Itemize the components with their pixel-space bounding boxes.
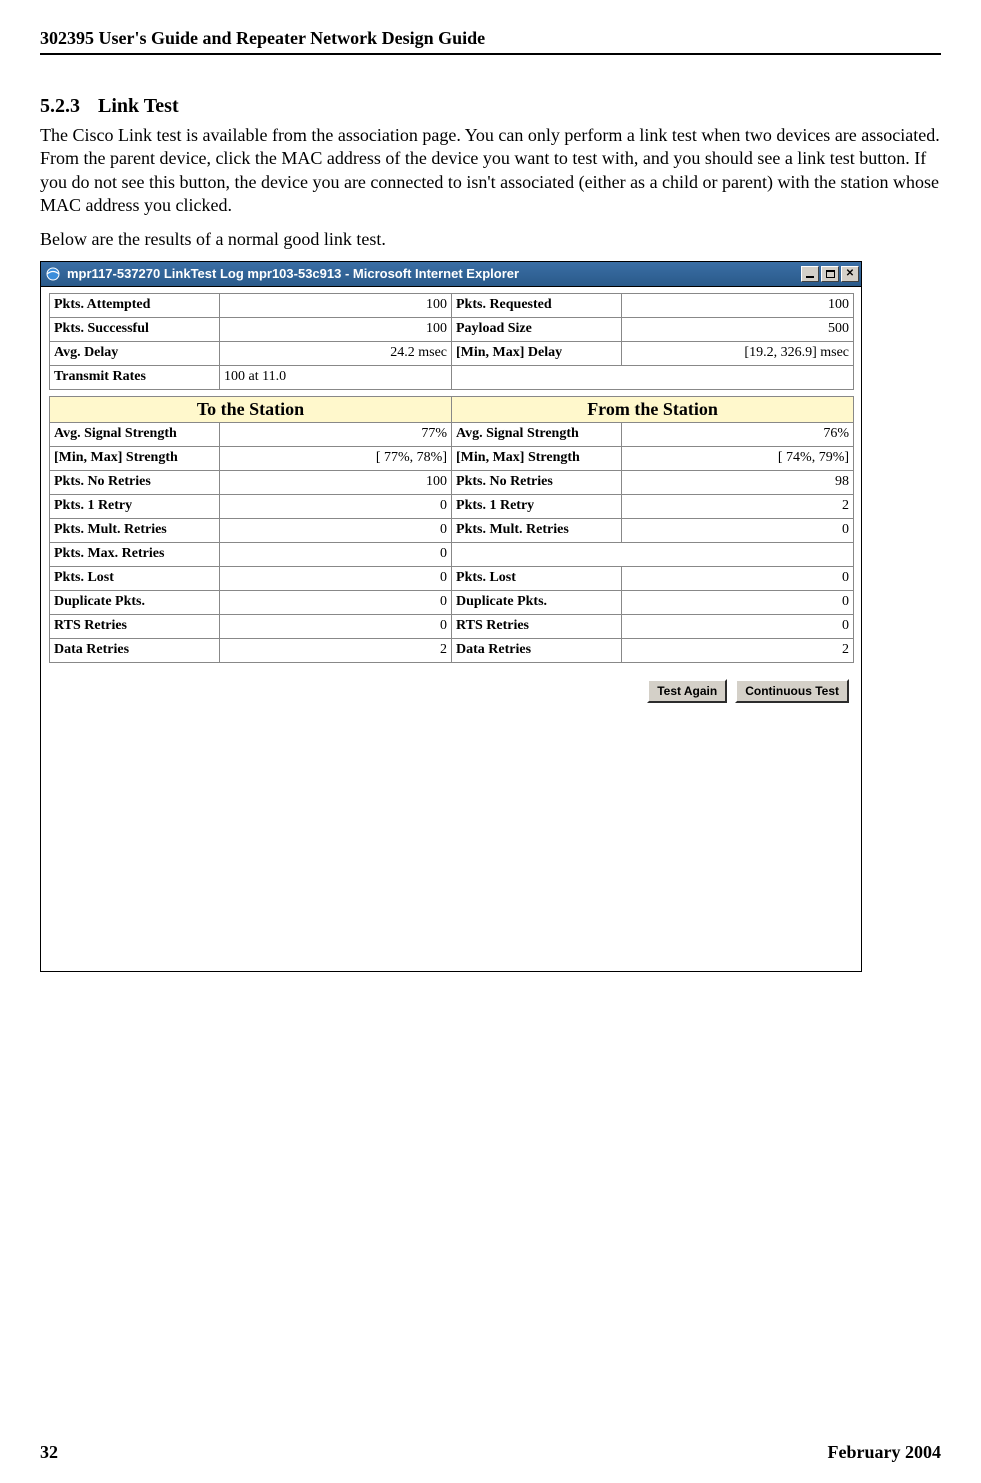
cell-value: 100 — [622, 293, 854, 317]
continuous-test-button[interactable]: Continuous Test — [735, 679, 849, 703]
cell-label: Payload Size — [452, 317, 622, 341]
page-number: 32 — [40, 1442, 58, 1463]
cell-value: [ 77%, 78%] — [220, 446, 452, 470]
cell-label: Pkts. No Retries — [452, 470, 622, 494]
table-row: Pkts. 1 Retry0Pkts. 1 Retry2 — [50, 494, 854, 518]
cell-value: 0 — [220, 566, 452, 590]
cell-label: Pkts. Mult. Retries — [452, 518, 622, 542]
cell-value: 0 — [220, 542, 452, 566]
cell-value: 98 — [622, 470, 854, 494]
cell-label: Pkts. 1 Retry — [50, 494, 220, 518]
cell-value: 100 — [220, 293, 452, 317]
close-button[interactable] — [841, 266, 859, 282]
table-row: Pkts. Attempted100Pkts. Requested100 — [50, 293, 854, 317]
station-table: To the Station From the Station Avg. Sig… — [49, 396, 854, 663]
table-row: [Min, Max] Strength[ 77%, 78%][Min, Max]… — [50, 446, 854, 470]
cell-label: Pkts. No Retries — [50, 470, 220, 494]
cell-label: Avg. Delay — [50, 341, 220, 365]
cell-label: Pkts. Max. Retries — [50, 542, 220, 566]
cell-value: 100 — [220, 470, 452, 494]
section-heading: 5.2.3 Link Test — [40, 95, 941, 118]
cell-label: Transmit Rates — [50, 365, 220, 389]
cell-value: 0 — [220, 590, 452, 614]
running-header: 302395 User's Guide and Repeater Network… — [40, 28, 941, 55]
cell-label: [Min, Max] Strength — [452, 446, 622, 470]
summary-table: Pkts. Attempted100Pkts. Requested100Pkts… — [49, 293, 854, 390]
cell-value: 2 — [220, 638, 452, 662]
cell-value: 77% — [220, 422, 452, 446]
window-controls — [799, 266, 859, 282]
body-paragraph-1: The Cisco Link test is available from th… — [40, 124, 941, 218]
cell-label: Pkts. Successful — [50, 317, 220, 341]
cell-label: Pkts. 1 Retry — [452, 494, 622, 518]
cell-value: 0 — [622, 614, 854, 638]
cell-value: 0 — [220, 494, 452, 518]
cell-label: Pkts. Attempted — [50, 293, 220, 317]
table-row: Avg. Signal Strength77%Avg. Signal Stren… — [50, 422, 854, 446]
screenshot-body: Pkts. Attempted100Pkts. Requested100Pkts… — [41, 287, 861, 971]
table-row: Avg. Delay24.2 msec[Min, Max] Delay[19.2… — [50, 341, 854, 365]
table-row: Duplicate Pkts.0Duplicate Pkts.0 — [50, 590, 854, 614]
table-row: Pkts. Lost0Pkts. Lost0 — [50, 566, 854, 590]
cell-label: Avg. Signal Strength — [452, 422, 622, 446]
cell-value: 0 — [220, 614, 452, 638]
cell-label: Duplicate Pkts. — [50, 590, 220, 614]
cell-value: 100 at 11.0 — [220, 365, 452, 389]
cell-value: 0 — [220, 518, 452, 542]
embedded-screenshot: mpr117-537270 LinkTest Log mpr103-53c913… — [40, 261, 862, 972]
to-station-header: To the Station — [50, 396, 452, 422]
cell-label: Avg. Signal Strength — [50, 422, 220, 446]
cell-value: 0 — [622, 566, 854, 590]
cell-label: Duplicate Pkts. — [452, 590, 622, 614]
test-again-button[interactable]: Test Again — [647, 679, 727, 703]
cell-value: 2 — [622, 638, 854, 662]
section-number: 5.2.3 — [40, 95, 80, 117]
cell-value: [ 74%, 79%] — [622, 446, 854, 470]
cell-label: Pkts. Lost — [50, 566, 220, 590]
cell-value: 2 — [622, 494, 854, 518]
body-paragraph-2: Below are the results of a normal good l… — [40, 228, 941, 251]
cell-value: 500 — [622, 317, 854, 341]
cell-empty — [452, 365, 854, 389]
cell-label: Data Retries — [452, 638, 622, 662]
screenshot-whitespace — [49, 703, 853, 963]
window-titlebar: mpr117-537270 LinkTest Log mpr103-53c913… — [41, 262, 861, 287]
button-row: Test Again Continuous Test — [49, 669, 853, 703]
cell-label: Pkts. Requested — [452, 293, 622, 317]
cell-label: Pkts. Mult. Retries — [50, 518, 220, 542]
minimize-button[interactable] — [801, 266, 819, 282]
table-row: Pkts. Max. Retries0 — [50, 542, 854, 566]
cell-label: Data Retries — [50, 638, 220, 662]
cell-label: [Min, Max] Strength — [50, 446, 220, 470]
cell-empty — [452, 542, 854, 566]
ie-icon — [45, 266, 61, 282]
cell-value: 24.2 msec — [220, 341, 452, 365]
section-title: Link Test — [98, 95, 179, 117]
from-station-header: From the Station — [452, 396, 854, 422]
table-row: Pkts. Mult. Retries0Pkts. Mult. Retries0 — [50, 518, 854, 542]
table-row: Pkts. Successful100Payload Size500 — [50, 317, 854, 341]
footer-date: February 2004 — [828, 1442, 941, 1463]
cell-label: Pkts. Lost — [452, 566, 622, 590]
cell-value: 76% — [622, 422, 854, 446]
cell-value: [19.2, 326.9] msec — [622, 341, 854, 365]
cell-label: RTS Retries — [50, 614, 220, 638]
page-footer: 32 February 2004 — [40, 1442, 941, 1463]
table-row: Transmit Rates100 at 11.0 — [50, 365, 854, 389]
window-title: mpr117-537270 LinkTest Log mpr103-53c913… — [67, 266, 799, 281]
document-page: 302395 User's Guide and Repeater Network… — [0, 0, 981, 1483]
table-row: Data Retries2Data Retries2 — [50, 638, 854, 662]
table-row: RTS Retries0RTS Retries0 — [50, 614, 854, 638]
maximize-button[interactable] — [821, 266, 839, 282]
cell-value: 0 — [622, 590, 854, 614]
cell-label: [Min, Max] Delay — [452, 341, 622, 365]
cell-value: 0 — [622, 518, 854, 542]
table-row: Pkts. No Retries100Pkts. No Retries98 — [50, 470, 854, 494]
cell-value: 100 — [220, 317, 452, 341]
cell-label: RTS Retries — [452, 614, 622, 638]
